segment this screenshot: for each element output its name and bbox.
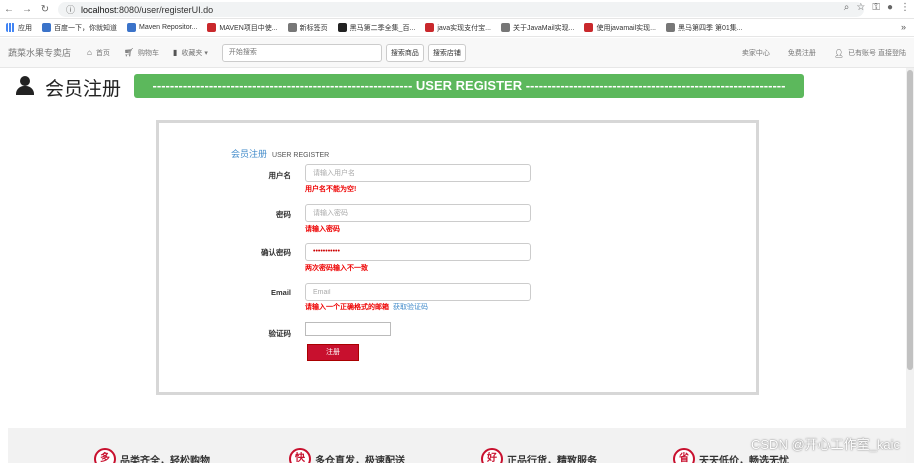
legend-en: USER REGISTER <box>272 152 330 159</box>
star-icon[interactable]: ☆ <box>856 2 865 13</box>
bookmark-favicon-icon <box>337 23 347 32</box>
watermark: CSDN @开心工作室_kaic <box>751 437 900 452</box>
home-icon: ⌂ <box>87 48 92 57</box>
scrollbar-thumb[interactable] <box>907 70 913 370</box>
bookmark-favicon-icon <box>501 23 511 32</box>
captcha-input[interactable] <box>305 322 391 336</box>
bookmark-label: 关于JavaMail实现... <box>513 24 575 32</box>
bookmarks-bar: 应用 百度一下，你就知道 Maven Repositor... MAVEN项目中使..… <box>0 19 914 37</box>
password-error: 请输入密码 <box>305 226 340 233</box>
form-legend: 会员注册 USER REGISTER <box>231 147 329 160</box>
search-shop-button[interactable]: 搜索店铺 <box>427 43 466 62</box>
bookmark-item[interactable]: 关于JavaMail实现... <box>501 23 574 33</box>
nav-favorites[interactable]: ▮ 收藏夹 ▾ <box>173 48 208 58</box>
email-error: 请输入一个正确格式的邮箱 获取验证码 <box>305 304 428 311</box>
feature-item: 好正品行货，精致服务 <box>481 448 597 463</box>
zoom-icon[interactable]: ⌕ <box>844 2 850 13</box>
feature-badge-icon: 好 <box>481 448 503 463</box>
user-icon <box>16 76 34 96</box>
page-title: 会员注册 <box>45 79 122 100</box>
bookmark-item[interactable]: 百度一下，你就知道 <box>42 23 117 33</box>
register-button[interactable]: 注册 <box>307 344 359 361</box>
register-form: 会员注册 USER REGISTER 用户名 用户名不能为空! 密码 请输入密码… <box>156 120 759 395</box>
brand[interactable]: 蔬菜水果专卖店 <box>8 46 71 59</box>
bookmark-item[interactable]: 黑马第四季 第01集... <box>666 23 743 33</box>
confirm-password-input[interactable]: ••••••••••• <box>305 243 531 261</box>
feature-badge-icon: 快 <box>289 448 311 463</box>
bookmark-label: 应用 <box>18 24 32 32</box>
feature-item: 快多仓直发，极速配送 <box>289 448 405 463</box>
confirm-password-error: 两次密码输入不一致 <box>305 265 368 272</box>
bookmark-label: 黑马第四季 第01集... <box>678 24 743 32</box>
bookmark-favicon-icon <box>666 23 675 32</box>
browser-address-bar: ← → ↻ ⓘ localhost:8080/user/registerUI.d… <box>0 0 914 19</box>
bookmark-label: 使用javamail实现... <box>596 24 656 32</box>
reload-icon[interactable]: ↻ <box>36 4 54 15</box>
back-icon[interactable]: ← <box>0 4 18 15</box>
cart-icon: 🛒︎ <box>123 48 135 57</box>
nav-home[interactable]: ⌂ 首页 <box>87 48 110 58</box>
bookmark-favicon-icon <box>42 23 51 32</box>
get-code-link[interactable]: 获取验证码 <box>393 304 428 311</box>
password-label: 密码 <box>276 210 291 219</box>
title-row: 会员注册 -----------------------------------… <box>0 68 914 104</box>
menu-icon[interactable]: ⋮ <box>900 2 910 13</box>
bookmark-item[interactable]: java实现支付宝... <box>425 23 491 33</box>
bookmark-item[interactable]: 新标签页 <box>287 23 328 33</box>
feature-text: 天天低价，畅选无忧 <box>699 455 789 463</box>
caret-down-icon: ▾ <box>202 49 208 57</box>
feature-text: 品类齐全，轻松购物 <box>120 455 210 463</box>
feature-badge-icon: 多 <box>94 448 116 463</box>
bookmark-item[interactable]: 使用javamail实现... <box>584 23 656 33</box>
search-input[interactable] <box>221 43 382 62</box>
username-label: 用户名 <box>268 171 292 180</box>
bookmark-favicon-icon <box>127 23 136 32</box>
site-info-icon[interactable]: ⓘ <box>66 3 75 16</box>
bookmark-favicon-icon <box>425 23 435 32</box>
seller-center-link[interactable]: 卖家中心 <box>742 48 770 58</box>
password-input[interactable] <box>305 204 531 222</box>
bookmark-item[interactable]: MAVEN项目中使... <box>207 23 278 33</box>
register-banner: ----------------------------------------… <box>134 74 804 98</box>
user-icon: 👤︎ <box>833 48 845 58</box>
bookmark-favicon-icon <box>584 23 594 32</box>
username-input[interactable] <box>305 164 531 182</box>
bookmark-label: 百度一下，你就知道 <box>54 24 117 32</box>
legend-cn: 会员注册 <box>231 149 268 159</box>
confirm-password-label: 确认密码 <box>261 248 291 257</box>
free-register-link[interactable]: 免费注册 <box>788 48 816 58</box>
url-input[interactable]: ⓘ localhost:8080/user/registerUI.do <box>58 2 864 17</box>
bookmark-favicon-icon <box>207 23 217 32</box>
bookmarks-overflow-icon[interactable]: » <box>901 22 906 32</box>
bookmark-icon: ▮ <box>173 48 178 57</box>
key-icon[interactable]: ⚿ <box>872 2 880 13</box>
bookmark-label: 黑马第二季全集_百... <box>349 24 416 32</box>
bookmark-favicon-icon <box>287 23 297 32</box>
email-input[interactable] <box>305 283 531 301</box>
feature-badge-icon: 省 <box>673 448 695 463</box>
bookmark-item[interactable]: 黑马第二季全集_百... <box>337 23 416 33</box>
login-link[interactable]: 👤︎ 已有账号 直接登陆 <box>834 48 906 58</box>
username-error: 用户名不能为空! <box>305 186 357 193</box>
search-goods-button[interactable]: 搜索商品 <box>385 43 424 62</box>
feature-item: 多品类齐全，轻松购物 <box>94 448 210 463</box>
captcha-label: 验证码 <box>268 329 292 338</box>
bookmark-label: Maven Repositor... <box>139 24 198 31</box>
bookmark-label: MAVEN项目中使... <box>219 24 278 32</box>
bookmark-item[interactable]: 应用 <box>6 23 32 33</box>
bookmark-label: 新标签页 <box>299 24 328 32</box>
nav-cart[interactable]: 🛒︎ 购物车 <box>124 48 159 58</box>
feature-text: 正品行货，精致服务 <box>507 455 597 463</box>
site-navbar: 蔬菜水果专卖店 ⌂首页 🛒︎购物车 ▮收藏夹 ▾ 搜索商品 搜索店铺 卖家中心 … <box>0 38 914 68</box>
bookmark-label: java实现支付宝... <box>437 24 492 32</box>
email-label: Email <box>270 288 291 297</box>
bookmark-favicon-icon <box>6 23 15 32</box>
profile-icon[interactable]: ● <box>887 2 893 13</box>
forward-icon[interactable]: → <box>18 4 36 15</box>
bookmark-item[interactable]: Maven Repositor... <box>127 23 197 32</box>
feature-text: 多仓直发，极速配送 <box>315 455 405 463</box>
url-text: localhost:8080/user/registerUI.do <box>81 4 214 15</box>
